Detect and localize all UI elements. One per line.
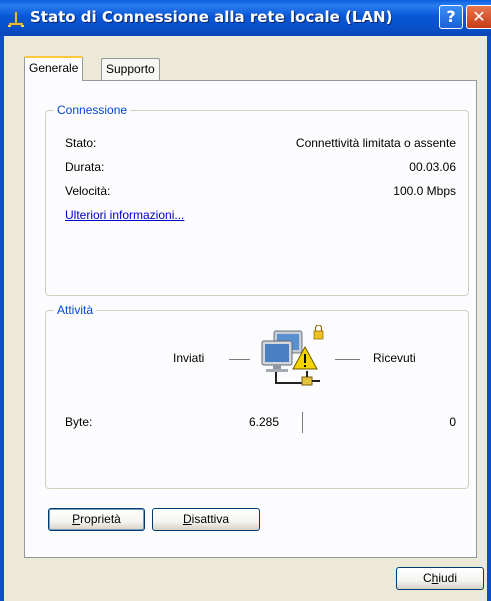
window-frame-left xyxy=(0,36,4,601)
attivita-group: Attività Inviati Ricevuti Byte: 6.285 0 xyxy=(45,303,469,489)
connessione-heading: Connessione xyxy=(54,103,131,117)
received-label: Ricevuti xyxy=(373,351,416,365)
tab-panel-generale: Connessione Stato: Connettività limitata… xyxy=(24,80,477,558)
connessione-group: Connessione Stato: Connettività limitata… xyxy=(45,103,469,296)
velocita-value: 100.0 Mbps xyxy=(393,184,456,198)
tab-supporto[interactable]: Supporto xyxy=(101,58,160,80)
velocita-label: Velocità: xyxy=(65,184,111,198)
title-bar: Stato di Connessione alla rete locale (L… xyxy=(0,0,491,36)
stato-label: Stato: xyxy=(65,136,97,150)
bytes-received-value: 0 xyxy=(449,415,456,429)
disable-button-accel: D xyxy=(182,512,192,526)
close-button[interactable]: ✕ xyxy=(466,5,491,29)
durata-value: 00.03.06 xyxy=(409,160,456,174)
more-info-link[interactable]: Ulteriori informazioni... xyxy=(65,208,184,222)
properties-button-label: roprietà xyxy=(80,512,121,526)
disable-button[interactable]: Disattiva xyxy=(152,508,260,531)
durata-label: Durata: xyxy=(65,160,105,174)
stato-value: Connettività limitata o assente xyxy=(295,136,456,150)
bytes-sent-value: 6.285 xyxy=(248,415,279,429)
bytes-label: Byte: xyxy=(65,415,93,429)
close-dialog-label-pre: C xyxy=(422,571,432,585)
sent-label: Inviati xyxy=(173,351,205,365)
tab-generale[interactable]: Generale xyxy=(24,56,84,81)
close-icon: ✕ xyxy=(472,7,486,26)
close-dialog-button[interactable]: Chiudi xyxy=(396,567,484,590)
attivita-heading: Attività xyxy=(54,303,97,317)
help-button[interactable]: ? xyxy=(439,5,463,29)
tab-supporto-label: Supporto xyxy=(106,62,155,76)
properties-button-accel: P xyxy=(72,512,81,526)
bytes-divider xyxy=(302,412,303,433)
network-activity-icon xyxy=(261,325,324,386)
sent-connector-line xyxy=(229,359,250,360)
received-connector-line xyxy=(335,359,360,360)
properties-button[interactable]: Proprietà xyxy=(48,508,145,531)
help-icon: ? xyxy=(446,7,456,26)
disable-button-label: isattiva xyxy=(191,512,230,526)
tab-generale-label: Generale xyxy=(29,61,79,75)
window-frame-right xyxy=(487,36,491,601)
close-dialog-label-post: iudi xyxy=(438,571,458,585)
window-title: Stato di Connessione alla rete locale (L… xyxy=(30,8,393,26)
network-connection-icon xyxy=(8,11,24,27)
